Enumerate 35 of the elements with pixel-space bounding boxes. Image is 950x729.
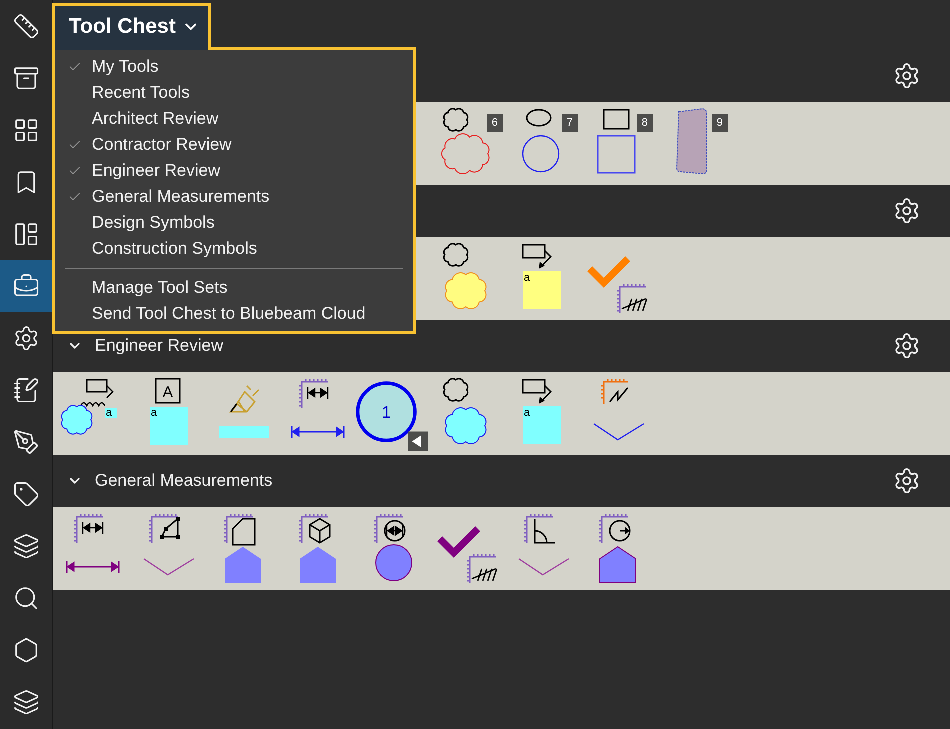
notebook-pen-icon <box>12 376 40 404</box>
menu-item[interactable]: Construction Symbols <box>92 239 258 259</box>
grid-icon <box>12 116 40 144</box>
menu-item[interactable]: Engineer Review <box>92 161 221 181</box>
menu-item[interactable]: Contractor Review <box>92 135 232 155</box>
layers-icon <box>12 688 40 716</box>
settings-icon[interactable] <box>893 467 921 495</box>
settings-icon[interactable] <box>893 332 921 360</box>
settings-icon <box>12 324 40 352</box>
shortcut-badge: 6 <box>486 114 503 132</box>
menu-item[interactable]: Design Symbols <box>92 213 215 233</box>
archive-icon <box>12 64 40 92</box>
menu-item[interactable]: Architect Review <box>92 109 219 129</box>
tool-chest-dropdown[interactable]: Tool Chest <box>52 3 211 50</box>
menu-item[interactable]: Recent Tools <box>92 83 190 103</box>
menu-item[interactable]: Send Tool Chest to Bluebeam Cloud <box>92 304 366 324</box>
ruler-icon <box>12 12 40 40</box>
sidebar-item[interactable] <box>0 260 52 312</box>
menu-item[interactable]: General Measurements <box>92 187 270 207</box>
stack-icon <box>12 532 40 560</box>
settings-icon[interactable] <box>893 62 921 90</box>
shortcut-badge: 9 <box>712 114 728 132</box>
menu-item[interactable]: Manage Tool Sets <box>92 278 228 298</box>
hexagon-icon <box>12 636 40 664</box>
pen-tool-icon <box>12 428 40 456</box>
tag-icon <box>12 480 40 508</box>
shortcut-badge: 7 <box>562 114 578 132</box>
settings-icon[interactable] <box>893 197 921 225</box>
panel-layout-icon <box>12 220 40 248</box>
briefcase-icon <box>12 272 40 300</box>
menu-item[interactable]: My Tools <box>92 57 159 77</box>
search-icon <box>12 584 40 612</box>
section-title: Engineer Review <box>95 336 225 356</box>
section-title: General Measurements <box>95 471 274 491</box>
shortcut-badge: 8 <box>636 114 653 132</box>
